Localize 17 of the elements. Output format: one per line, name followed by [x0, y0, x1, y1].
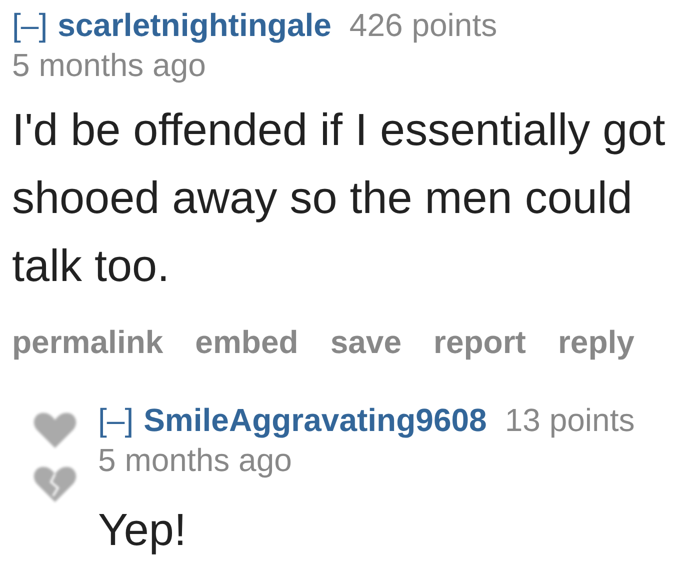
timestamp-text: 5 months ago [98, 442, 292, 478]
score-text: 426 points [349, 7, 498, 43]
comment-text: I'd be offended if I essentially got shooed away so the men could talk too. [12, 103, 666, 293]
comment-text: Yep! [98, 503, 188, 557]
collapse-toggle[interactable]: [–] [12, 7, 48, 43]
action-link[interactable]: embed [195, 322, 298, 362]
username-link[interactable]: SmileAggravating9608 [144, 402, 487, 438]
heart-icon[interactable] [32, 410, 78, 450]
action-link[interactable]: save [330, 322, 402, 362]
action-link[interactable]: reply [558, 322, 634, 362]
action-link[interactable]: permalink [12, 322, 164, 362]
collapse-toggle[interactable]: [–] [98, 402, 134, 438]
username-link[interactable]: scarletnightingale [58, 7, 332, 43]
broken-heart-icon[interactable] [32, 464, 78, 504]
score-text: 13 points [504, 402, 635, 438]
timestamp-text: 5 months ago [12, 47, 206, 83]
action-link[interactable]: report [434, 322, 526, 362]
